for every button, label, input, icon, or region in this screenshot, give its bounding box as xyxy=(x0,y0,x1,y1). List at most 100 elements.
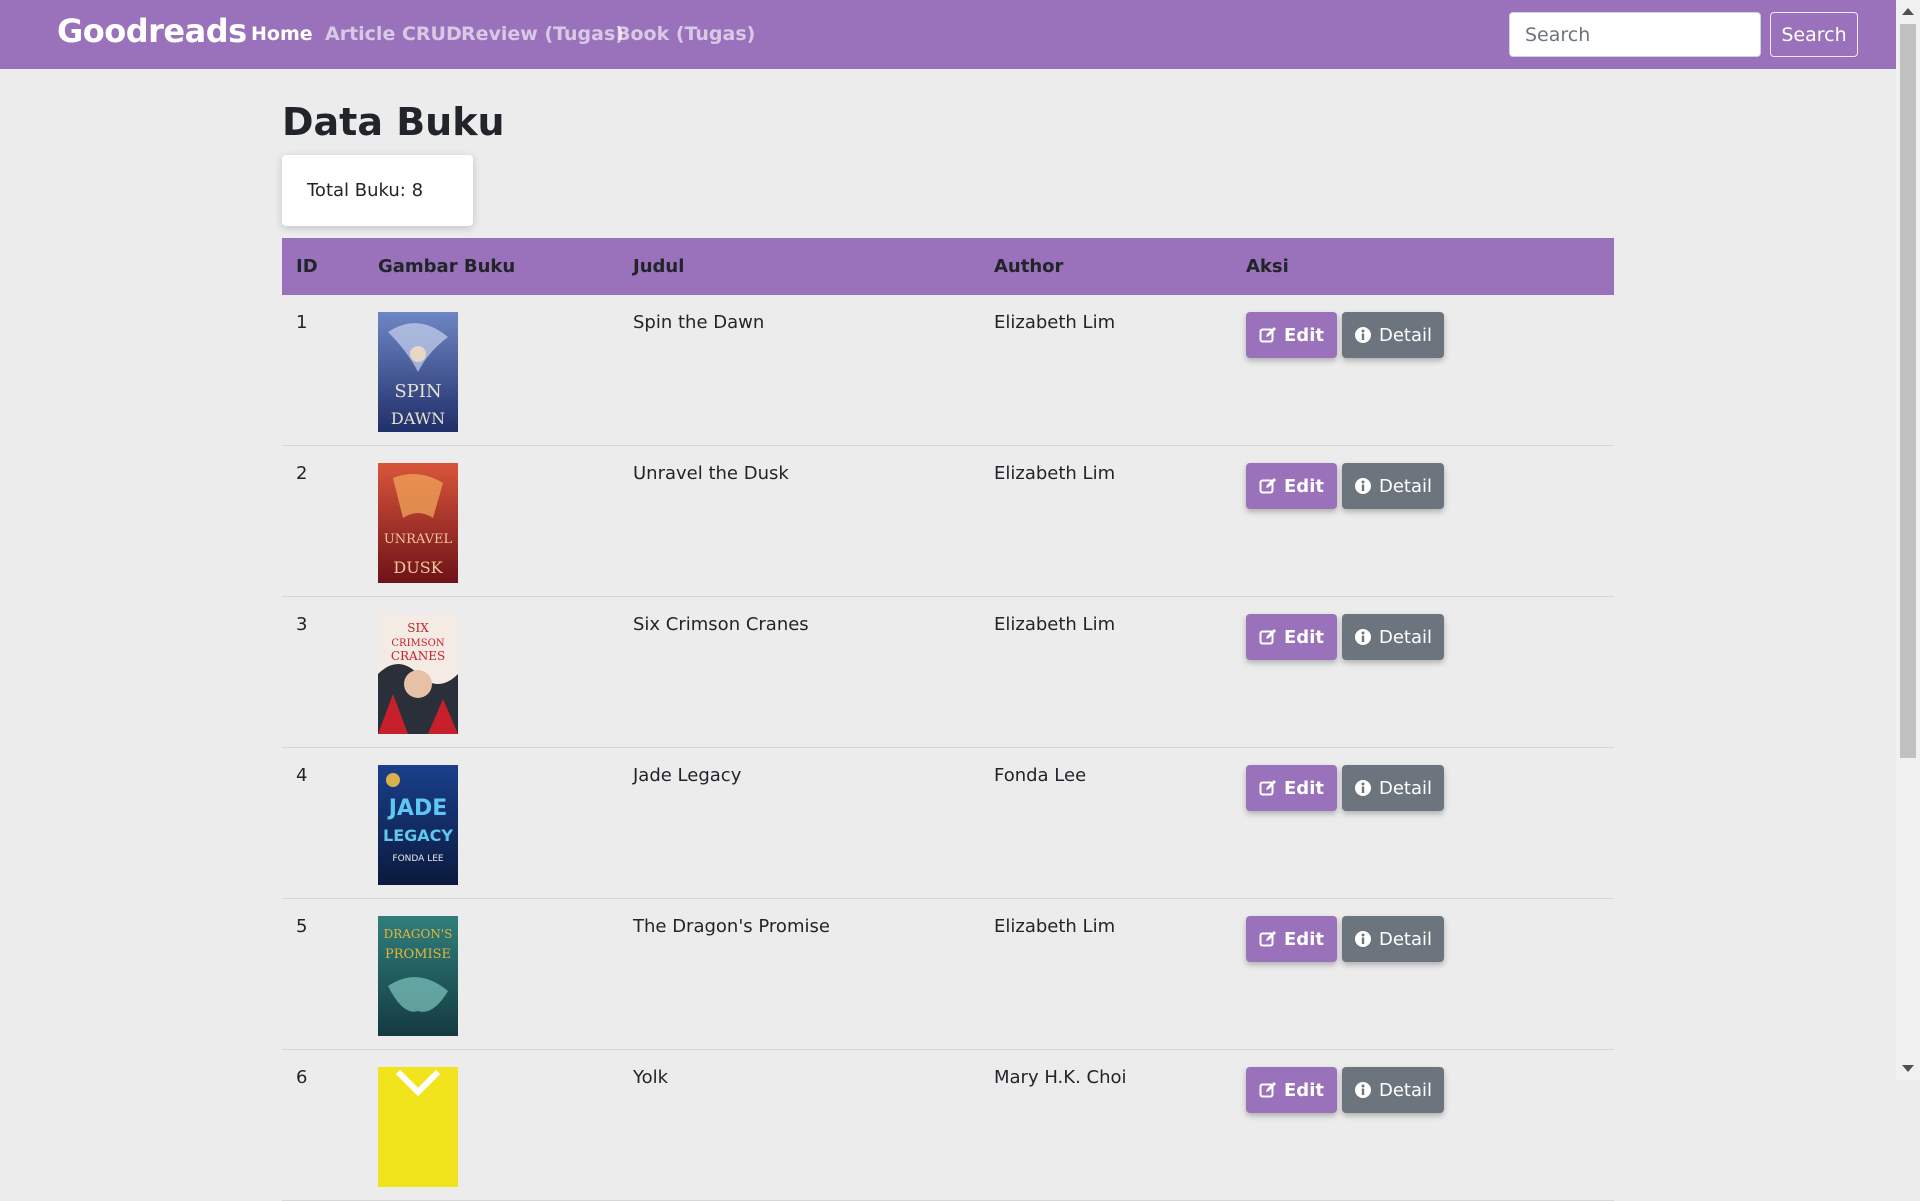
edit-label: Edit xyxy=(1284,626,1324,648)
nav-link-article-crud[interactable]: Article CRUD xyxy=(325,23,462,45)
edit-button[interactable]: Edit xyxy=(1246,614,1337,660)
detail-button[interactable]: Detail xyxy=(1342,1067,1444,1113)
header-author: Author xyxy=(994,256,1064,277)
book-cover-image xyxy=(378,1067,458,1187)
edit-button[interactable]: Edit xyxy=(1246,463,1337,509)
edit-icon xyxy=(1259,930,1277,948)
page-title: Data Buku xyxy=(282,100,505,144)
book-title: Spin the Dawn xyxy=(633,312,765,333)
book-author: Elizabeth Lim xyxy=(994,916,1116,937)
table-row: 4 JADE LEGACY FONDA LEE Jade Legacy Fond… xyxy=(282,748,1614,899)
edit-button[interactable]: Edit xyxy=(1246,1067,1337,1113)
book-id: 1 xyxy=(296,312,308,333)
svg-text:UNRAVEL: UNRAVEL xyxy=(384,532,453,547)
total-books-card: Total Buku: 8 xyxy=(282,155,473,226)
edit-icon xyxy=(1259,326,1277,344)
table-header: ID Gambar Buku Judul Author Aksi xyxy=(282,238,1614,295)
book-author: Fonda Lee xyxy=(994,765,1087,786)
header-cover: Gambar Buku xyxy=(378,256,516,277)
detail-button[interactable]: Detail xyxy=(1342,614,1444,660)
header-title: Judul xyxy=(633,256,685,277)
book-title: Six Crimson Cranes xyxy=(633,614,809,635)
scroll-up-arrow-icon[interactable] xyxy=(1902,8,1914,15)
detail-button[interactable]: Detail xyxy=(1342,765,1444,811)
books-table: ID Gambar Buku Judul Author Aksi 1 SPIN … xyxy=(282,238,1614,1201)
table-row: 5 DRAGON'S PROMISE The Dragon's Promise … xyxy=(282,899,1614,1050)
detail-button[interactable]: Detail xyxy=(1342,916,1444,962)
edit-button[interactable]: Edit xyxy=(1246,765,1337,811)
book-id: 3 xyxy=(296,614,308,635)
scrollbar-thumb[interactable] xyxy=(1900,24,1916,758)
detail-label: Detail xyxy=(1378,475,1433,497)
table-row: 6 Yolk Mary H.K. Choi Edit Detail xyxy=(282,1050,1614,1201)
info-icon xyxy=(1354,1081,1372,1099)
edit-button[interactable]: Edit xyxy=(1246,916,1337,962)
detail-button[interactable]: Detail xyxy=(1342,463,1444,509)
book-title: Jade Legacy xyxy=(633,765,742,786)
book-cover-image: JADE LEGACY FONDA LEE xyxy=(378,765,458,885)
svg-text:CRANES: CRANES xyxy=(391,649,445,663)
svg-text:DAWN: DAWN xyxy=(391,409,445,428)
svg-text:SIX: SIX xyxy=(407,621,429,635)
info-icon xyxy=(1354,477,1372,495)
table-row: 3 SIX CRIMSON CRANES Six Crimson Cranes … xyxy=(282,597,1614,748)
book-cover-image: SPIN DAWN xyxy=(378,312,458,432)
detail-label: Detail xyxy=(1378,324,1433,346)
info-icon xyxy=(1354,779,1372,797)
nav-link-book[interactable]: Book (Tugas) xyxy=(616,23,755,45)
detail-button[interactable]: Detail xyxy=(1342,312,1444,358)
svg-text:PROMISE: PROMISE xyxy=(385,947,451,962)
header-id: ID xyxy=(296,256,318,277)
scroll-down-arrow-icon[interactable] xyxy=(1902,1065,1914,1072)
book-id: 4 xyxy=(296,765,308,786)
edit-label: Edit xyxy=(1284,324,1324,346)
edit-icon xyxy=(1259,477,1277,495)
nav-link-home[interactable]: Home xyxy=(251,23,313,45)
total-books-label: Total Buku: 8 xyxy=(307,180,424,201)
edit-label: Edit xyxy=(1284,475,1324,497)
svg-text:FONDA LEE: FONDA LEE xyxy=(392,854,443,864)
search-button[interactable]: Search xyxy=(1770,12,1858,57)
svg-text:CRIMSON: CRIMSON xyxy=(391,638,444,649)
brand-logo[interactable]: Goodreads xyxy=(57,12,247,50)
info-icon xyxy=(1354,930,1372,948)
book-cover-image: UNRAVEL DUSK xyxy=(378,463,458,583)
edit-icon xyxy=(1259,628,1277,646)
book-author: Mary H.K. Choi xyxy=(994,1067,1127,1088)
svg-text:DUSK: DUSK xyxy=(393,558,443,577)
edit-icon xyxy=(1259,779,1277,797)
table-row: 2 UNRAVEL DUSK Unravel the Dusk Elizabet… xyxy=(282,446,1614,597)
book-id: 2 xyxy=(296,463,308,484)
book-id: 6 xyxy=(296,1067,308,1088)
table-row: 1 SPIN DAWN Spin the Dawn Elizabeth Lim … xyxy=(282,295,1614,446)
edit-label: Edit xyxy=(1284,1079,1324,1101)
edit-icon xyxy=(1259,1081,1277,1099)
detail-label: Detail xyxy=(1378,626,1433,648)
edit-button[interactable]: Edit xyxy=(1246,312,1337,358)
vertical-scrollbar[interactable] xyxy=(1896,0,1920,1080)
book-title: Yolk xyxy=(633,1067,669,1088)
svg-text:JADE: JADE xyxy=(387,796,448,821)
detail-label: Detail xyxy=(1378,777,1433,799)
info-icon xyxy=(1354,326,1372,344)
search-input[interactable] xyxy=(1509,12,1761,57)
info-icon xyxy=(1354,628,1372,646)
book-author: Elizabeth Lim xyxy=(994,614,1116,635)
nav-link-review[interactable]: Review (Tugas) xyxy=(461,23,624,45)
detail-label: Detail xyxy=(1378,928,1433,950)
top-navbar: Goodreads Home Article CRUD Review (Tuga… xyxy=(0,0,1896,69)
svg-text:LEGACY: LEGACY xyxy=(383,826,453,845)
book-title: Unravel the Dusk xyxy=(633,463,789,484)
book-author: Elizabeth Lim xyxy=(994,312,1116,333)
detail-label: Detail xyxy=(1378,1079,1433,1101)
edit-label: Edit xyxy=(1284,777,1324,799)
header-actions: Aksi xyxy=(1246,256,1289,277)
book-author: Elizabeth Lim xyxy=(994,463,1116,484)
svg-text:DRAGON'S: DRAGON'S xyxy=(384,927,453,941)
book-cover-image: SIX CRIMSON CRANES xyxy=(378,614,458,734)
book-cover-image: DRAGON'S PROMISE xyxy=(378,916,458,1036)
edit-label: Edit xyxy=(1284,928,1324,950)
svg-text:SPIN: SPIN xyxy=(394,381,441,402)
book-id: 5 xyxy=(296,916,308,937)
book-title: The Dragon's Promise xyxy=(633,916,830,937)
